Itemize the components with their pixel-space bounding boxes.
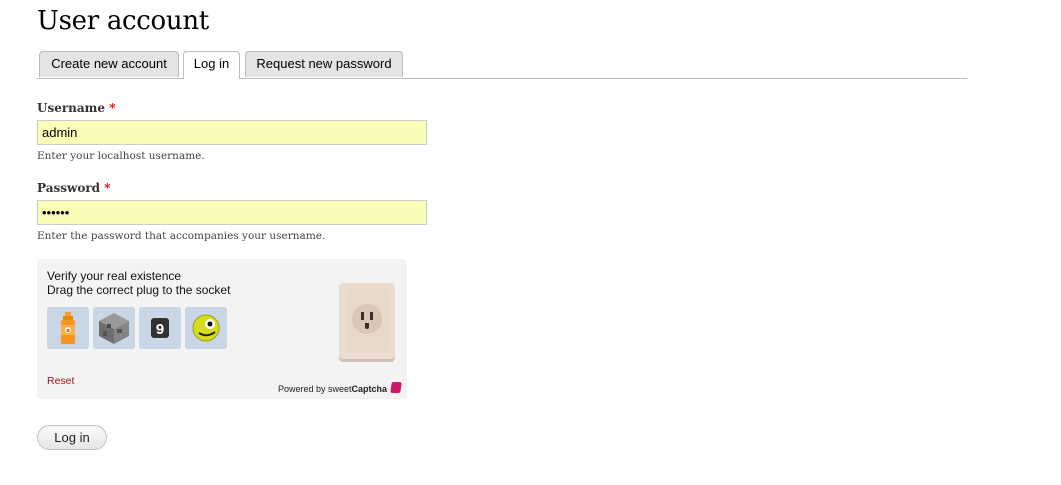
bottle-icon (61, 312, 75, 344)
tab-create-new-account[interactable]: Create new account (39, 51, 179, 77)
captcha-reset-link[interactable]: Reset (47, 375, 74, 387)
captcha-instructions: Verify your real existence Drag the corr… (47, 269, 230, 297)
page-title: User account (37, 6, 209, 36)
username-description: Enter your localhost username. (37, 150, 205, 162)
password-label: Password * (37, 181, 111, 195)
yellow-face-icon (192, 314, 220, 342)
captcha-socket (339, 283, 395, 359)
sweetcaptcha-logo-icon (390, 382, 402, 393)
username-label: Username * (37, 101, 115, 115)
captcha-option-cube[interactable] (93, 307, 135, 349)
captcha-powered-by[interactable]: Powered by sweetCaptcha (278, 384, 387, 394)
log-in-button[interactable]: Log in (37, 425, 107, 450)
tab-bar: Create new account Log in Request new pa… (37, 50, 967, 79)
required-mark: * (104, 181, 111, 195)
username-label-text: Username (37, 101, 106, 115)
captcha-option-bottle[interactable] (47, 307, 89, 349)
tab-request-new-password[interactable]: Request new password (245, 51, 403, 77)
captcha-widget: Verify your real existence Drag the corr… (37, 259, 407, 399)
brand-captcha: Captcha (351, 384, 387, 394)
captcha-option-nine[interactable]: 9 (139, 307, 181, 349)
powered-prefix: Powered by (277, 384, 328, 394)
password-input[interactable] (37, 200, 427, 225)
required-mark: * (109, 101, 116, 115)
captcha-line-2: Drag the correct plug to the socket (47, 283, 231, 297)
captcha-option-face[interactable] (185, 307, 227, 349)
socket-icon (345, 289, 389, 353)
password-description: Enter the password that accompanies your… (37, 230, 326, 242)
number-nine-icon: 9 (151, 318, 169, 338)
password-label-text: Password (37, 181, 101, 195)
svg-text:9: 9 (156, 321, 164, 338)
brand-sweet: sweet (327, 384, 352, 394)
username-input[interactable] (37, 120, 427, 145)
cube-icon (99, 313, 129, 344)
tab-log-in[interactable]: Log in (183, 51, 240, 79)
captcha-line-1: Verify your real existence (47, 269, 182, 283)
